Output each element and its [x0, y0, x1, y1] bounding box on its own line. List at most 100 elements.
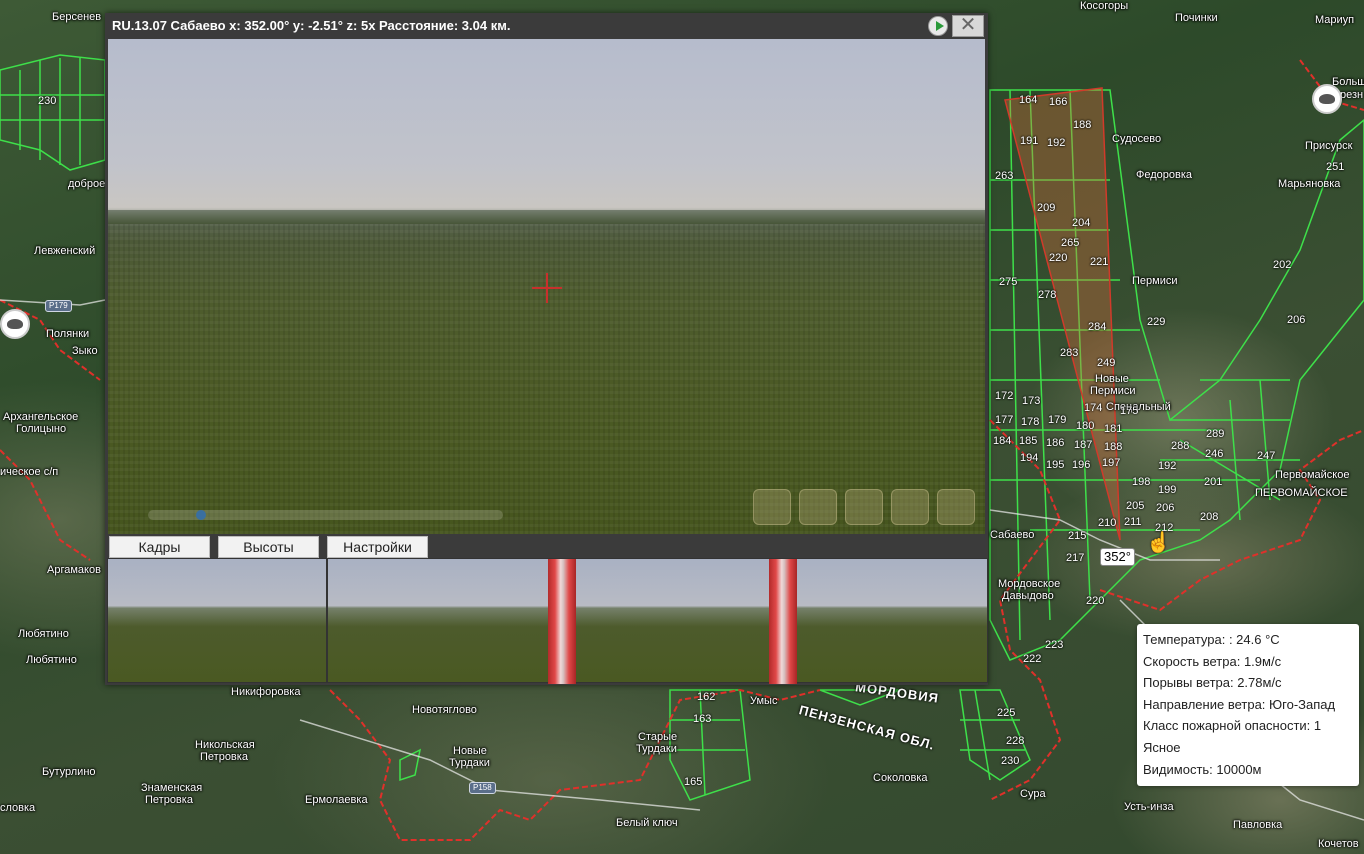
town-label: Новотяглово	[412, 704, 477, 716]
camera-title: RU.13.07 Сабаево x: 352.00° y: -2.51° z:…	[112, 18, 511, 33]
town-label: Петровка	[145, 794, 193, 806]
quadrant-number: 187	[1074, 439, 1093, 451]
town-label: Аргамаков	[47, 564, 101, 576]
quadrant-number: 265	[1061, 237, 1080, 249]
town-label: Белый ключ	[616, 817, 678, 829]
focus-icon[interactable]	[799, 489, 837, 525]
weather-temperature: Температура: : 24.6 °C	[1143, 632, 1280, 647]
quadrant-number: 162	[697, 691, 716, 703]
quadrant-number: 195	[1046, 459, 1065, 471]
timeline-slider[interactable]	[148, 510, 503, 520]
zoom-icon[interactable]	[753, 489, 791, 525]
weather-wind-direction: Направление ветра: Юго-Запад	[1143, 696, 1336, 712]
town-label: Косогоры	[1080, 0, 1129, 12]
quadrant-number: 164	[1019, 94, 1038, 106]
quadrant-number: 178	[1021, 416, 1040, 428]
quadrant-number: 211	[1124, 516, 1142, 528]
road-sign: Р179	[45, 300, 72, 312]
weather-gusts: Порывы ветра: 2.78м/с	[1143, 675, 1282, 691]
town-label: Старые	[638, 731, 678, 743]
town-label: Полянки	[46, 328, 90, 340]
town-label: словка	[0, 802, 36, 814]
quadrant-number: 249	[1097, 357, 1116, 369]
play-button[interactable]	[928, 16, 948, 36]
town-label: Новые	[453, 745, 487, 757]
refresh-icon[interactable]	[937, 489, 975, 525]
weather-wind-speed: Скорость ветра: 1.9м/с	[1143, 653, 1282, 669]
road-sign: Р158	[469, 782, 496, 794]
quadrant-number: 247	[1257, 450, 1276, 462]
town-label: Мордовское	[998, 578, 1061, 590]
quadrant-number: 289	[1206, 428, 1225, 440]
town-label: Турдаки	[636, 743, 677, 755]
quadrant-number: 201	[1204, 476, 1223, 488]
town-label: Усть-инза	[1124, 801, 1174, 813]
camera-bearing-badge: 352°	[1100, 548, 1135, 566]
town-label: Пермиси	[1090, 385, 1136, 397]
quadrant-number: 198	[1132, 476, 1151, 488]
quadrant-number: 180	[1076, 420, 1095, 432]
quadrant-number: 188	[1104, 441, 1123, 453]
camera-viewport[interactable]	[108, 39, 985, 534]
quadrant-number: 185	[1019, 435, 1038, 447]
quadrant-number: 220	[1049, 252, 1068, 264]
quadrant-number: 199	[1158, 484, 1177, 496]
town-label: Голицыно	[16, 423, 67, 435]
quadrant-number: 283	[1060, 347, 1079, 359]
town-label: Бутурлино	[42, 766, 96, 778]
quadrant-number: 220	[1086, 595, 1105, 607]
town-label: Турдаки	[449, 757, 490, 769]
town-label: Пермиси	[1132, 275, 1178, 287]
tower-pole	[548, 559, 576, 684]
quadrant-number: 222	[1023, 653, 1042, 665]
quadrant-number: 205	[1126, 500, 1145, 512]
quadrant-number: 278	[1038, 289, 1057, 301]
town-label: Соколовка	[873, 772, 928, 784]
frame-icon[interactable]	[845, 489, 883, 525]
close-icon: ✕	[959, 14, 977, 36]
town-label: Починки	[1175, 12, 1218, 24]
quadrant-number: 191	[1020, 135, 1039, 147]
quadrant-number: 192	[1047, 137, 1066, 149]
hand-cursor-icon: ☝	[1146, 532, 1171, 554]
town-label: Новые	[1095, 373, 1129, 385]
town-label: Кочетов	[1318, 838, 1359, 850]
tab-frames[interactable]: Кадры	[109, 536, 210, 558]
town-label: Знаменская	[141, 782, 203, 794]
town-label: Судосево	[1112, 133, 1162, 145]
timeline-handle[interactable]	[196, 510, 206, 520]
frame-thumbnail[interactable]	[107, 558, 327, 683]
town-label: Мариуп	[1315, 14, 1355, 26]
town-label: Ермолаевка	[305, 794, 368, 806]
town-label: Умыс	[750, 695, 778, 707]
quadrant-number: 172	[995, 390, 1014, 402]
quadrant-number: 284	[1088, 321, 1107, 333]
camera-icon	[7, 319, 23, 329]
quadrant-number: 223	[1045, 639, 1064, 651]
town-label: Спецальный	[1106, 401, 1171, 413]
quadrant-number: 196	[1072, 459, 1091, 471]
quadrant-number: 275	[999, 276, 1018, 288]
quadrant-number: 163	[693, 713, 712, 725]
tab-settings[interactable]: Настройки	[327, 536, 428, 558]
quadrant-number: 221	[1090, 256, 1109, 268]
frame-thumbnail[interactable]	[327, 558, 988, 684]
camera-window[interactable]: RU.13.07 Сабаево x: 352.00° y: -2.51° z:…	[105, 13, 988, 685]
tower-pole	[769, 559, 797, 684]
town-label: Петровка	[200, 751, 248, 763]
town-label: ическое с/п	[0, 466, 59, 478]
tab-heights[interactable]: Высоты	[218, 536, 319, 558]
close-button[interactable]: ✕	[952, 15, 984, 37]
quadrant-number: 208	[1200, 511, 1219, 523]
quadrant-number: 228	[1006, 735, 1025, 747]
forest-texture	[108, 224, 985, 534]
window-titlebar[interactable]: RU.13.07 Сабаево x: 352.00° y: -2.51° z:…	[105, 13, 988, 39]
camera-tabs: Кадры Высоты Настройки	[105, 534, 988, 558]
camera-marker[interactable]	[0, 309, 30, 339]
quadrant-number: 215	[1068, 530, 1087, 542]
quadrant-number: 202	[1273, 259, 1292, 271]
quadrant-number: 197	[1102, 457, 1121, 469]
camera-marker[interactable]	[1312, 84, 1342, 114]
quadrant-number: 165	[684, 776, 703, 788]
light-icon[interactable]	[891, 489, 929, 525]
